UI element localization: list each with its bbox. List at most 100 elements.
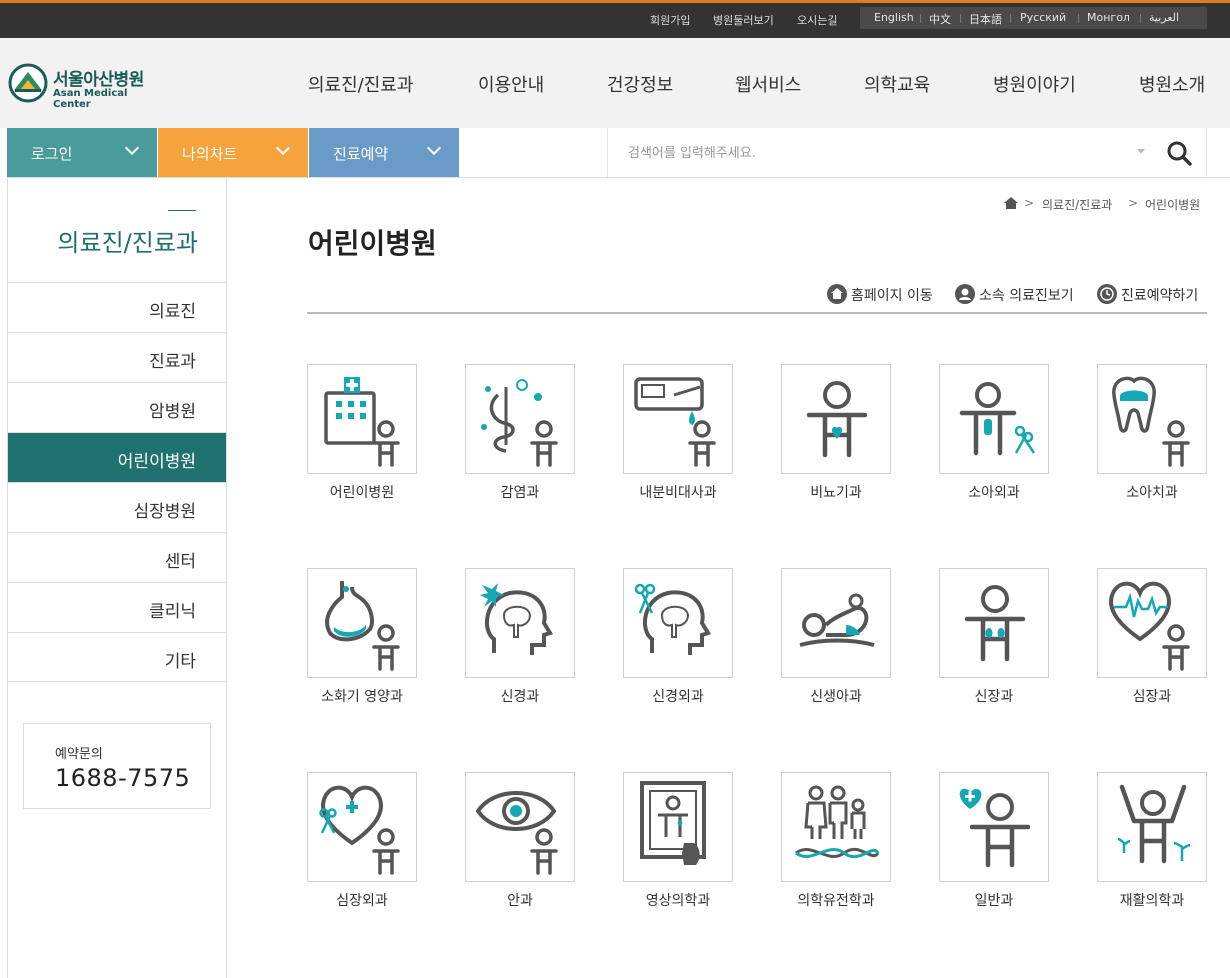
breadcrumb-item[interactable]: 의료진/진료과 bbox=[1042, 196, 1112, 213]
sidebar-item-departments[interactable]: 진료과 bbox=[8, 332, 226, 382]
department-label: 의학유전학과 bbox=[797, 893, 875, 909]
home-circle-icon bbox=[827, 284, 847, 304]
sidebar-title: 의료진/진료과 bbox=[57, 229, 198, 257]
brain-surgery-icon bbox=[634, 583, 711, 655]
home-icon[interactable] bbox=[1004, 197, 1018, 209]
department-label: 신장과 bbox=[974, 689, 1014, 705]
department-label: 소아치과 bbox=[1126, 485, 1178, 501]
hospital-logo[interactable]: 서울아산병원 Asan Medical Center bbox=[7, 62, 157, 110]
department-label: 어린이병원 bbox=[329, 485, 395, 501]
sidebar-item-childrens-hospital[interactable]: 어린이병원 bbox=[8, 432, 226, 482]
gnb-medical-education[interactable]: 의학교육 bbox=[864, 71, 930, 97]
department-tile-neurosurgery[interactable]: 신경외과 bbox=[623, 568, 733, 718]
sidebar-item-clinic[interactable]: 클리닉 bbox=[8, 582, 226, 632]
department-tile-ophthalmology[interactable]: 안과 bbox=[465, 772, 575, 922]
department-tile-neonatology[interactable]: 신생아과 bbox=[781, 568, 891, 718]
search-icon[interactable] bbox=[1164, 138, 1194, 168]
department-label: 재활의학과 bbox=[1119, 893, 1185, 909]
contact-phone-number: 1688-7575 bbox=[55, 764, 191, 792]
title-divider bbox=[307, 312, 1207, 314]
login-label: 로그인 bbox=[31, 145, 73, 163]
lang-english[interactable]: English bbox=[874, 11, 914, 24]
gnb-hospital-intro[interactable]: 병원소개 bbox=[1139, 71, 1205, 97]
sidebar-item-cancer-hospital[interactable]: 암병원 bbox=[8, 382, 226, 432]
search-input[interactable] bbox=[626, 138, 1126, 168]
department-tile-cardiology[interactable]: 심장과 bbox=[1097, 568, 1207, 718]
gnb-hospital-story[interactable]: 병원이야기 bbox=[993, 71, 1076, 97]
signup-link[interactable]: 회원가입 bbox=[650, 12, 690, 28]
chevron-right-icon: > bbox=[1128, 196, 1139, 210]
reservation-button[interactable]: 진료예약 bbox=[309, 128, 459, 177]
lang-chinese[interactable]: 中文 bbox=[929, 11, 951, 27]
eye-icon bbox=[475, 791, 558, 875]
urology-child-icon bbox=[782, 365, 892, 475]
rehab-child-icon bbox=[1117, 784, 1191, 864]
breadcrumb: > 의료진/진료과 > 어린이병원 bbox=[1003, 195, 1213, 213]
sidebar-menu: 의료진 진료과 암병원 어린이병원 심장병원 센터 클리닉 기타 bbox=[8, 282, 226, 682]
family-dna-icon bbox=[795, 785, 880, 859]
breadcrumb-current: 어린이병원 bbox=[1145, 198, 1201, 212]
view-doctors-link-label: 소속 의료진보기 bbox=[979, 288, 1074, 304]
department-label: 감염과 bbox=[500, 485, 540, 501]
general-child-icon bbox=[959, 788, 1031, 868]
department-label: 신경외과 bbox=[652, 689, 704, 705]
quick-menu-bar: 로그인 나의차트 진료예약 bbox=[7, 128, 1230, 178]
department-tile-urology[interactable]: 비뇨기과 bbox=[781, 364, 891, 514]
department-tile-neurology[interactable]: 신경과 bbox=[465, 568, 575, 718]
lang-japanese[interactable]: 日本語 bbox=[969, 11, 1002, 27]
department-label: 내분비대사과 bbox=[639, 485, 717, 501]
chevron-down-icon bbox=[124, 140, 140, 156]
department-tile-pediatric-dentistry[interactable]: 소아치과 bbox=[1097, 364, 1207, 514]
department-tile-cardiac-surgery[interactable]: 심장외과 bbox=[307, 772, 417, 922]
department-tile-gastro-nutrition[interactable]: 소화기 영양과 bbox=[307, 568, 417, 718]
hospital-building-icon bbox=[324, 377, 400, 467]
heart-ecg-icon bbox=[1109, 581, 1190, 671]
brain-head-icon bbox=[480, 583, 553, 655]
sidebar-item-label: 암병원 bbox=[149, 402, 196, 422]
search-bar bbox=[607, 128, 1207, 177]
department-tile-rehabilitation[interactable]: 재활의학과 bbox=[1097, 772, 1207, 922]
sidebar-item-label: 어린이병원 bbox=[117, 452, 196, 472]
sidebar-item-center[interactable]: 센터 bbox=[8, 532, 226, 582]
department-tile-pediatric-surgery[interactable]: 소아외과 bbox=[939, 364, 1049, 514]
homepage-link-label: 홈페이지 이동 bbox=[851, 288, 933, 304]
sidebar-item-etc[interactable]: 기타 bbox=[8, 632, 226, 682]
gnb-guide[interactable]: 이용안내 bbox=[478, 71, 544, 97]
logo-emblem-icon bbox=[8, 63, 48, 103]
my-chart-button[interactable]: 나의차트 bbox=[158, 128, 308, 177]
site-header: 서울아산병원 Asan Medical Center 의료진/진료과 이용안내 … bbox=[0, 38, 1230, 128]
gnb-health-info[interactable]: 건강정보 bbox=[607, 71, 673, 97]
lang-arabic[interactable]: العربية bbox=[1149, 11, 1179, 24]
lang-mongolian[interactable]: Монгол bbox=[1087, 11, 1130, 24]
heart-surgery-icon bbox=[319, 785, 400, 875]
search-dropdown-caret-icon[interactable] bbox=[1137, 149, 1145, 154]
department-tile-infectious[interactable]: 감염과 bbox=[465, 364, 575, 514]
department-label: 신생아과 bbox=[810, 689, 862, 705]
department-tile-endocrinology[interactable]: 내분비대사과 bbox=[623, 364, 733, 514]
gnb-web-service[interactable]: 웹서비스 bbox=[735, 71, 801, 97]
sidebar-item-label: 진료과 bbox=[149, 352, 196, 372]
department-tile-childrens-hospital[interactable]: 어린이병원 bbox=[307, 364, 417, 514]
directions-link[interactable]: 오시는길 bbox=[797, 12, 837, 28]
stomach-icon bbox=[325, 581, 400, 671]
department-tile-general-pediatrics[interactable]: 일반과 bbox=[939, 772, 1049, 922]
glucose-meter-icon bbox=[634, 377, 716, 467]
hospital-tour-link[interactable]: 병원둘러보기 bbox=[713, 12, 774, 28]
department-tile-medical-genetics[interactable]: 의학유전학과 bbox=[781, 772, 891, 922]
sidebar-item-heart-hospital[interactable]: 심장병원 bbox=[8, 482, 226, 532]
kidney-child-icon bbox=[940, 569, 1050, 679]
login-button[interactable]: 로그인 bbox=[7, 128, 157, 177]
reservation-label: 진료예약 bbox=[333, 145, 389, 163]
gnb-doctors-departments[interactable]: 의료진/진료과 bbox=[308, 71, 413, 97]
department-label: 소화기 영양과 bbox=[321, 689, 403, 705]
department-tile-nephrology[interactable]: 신장과 bbox=[939, 568, 1049, 718]
chevron-right-icon: > bbox=[1024, 196, 1035, 210]
department-tile-radiology[interactable]: 영상의학과 bbox=[623, 772, 733, 922]
lang-russian[interactable]: Русский bbox=[1020, 11, 1066, 24]
newborn-icon bbox=[799, 593, 875, 647]
sidebar-item-doctors[interactable]: 의료진 bbox=[8, 282, 226, 332]
my-chart-label: 나의차트 bbox=[182, 145, 238, 163]
clock-icon bbox=[1097, 284, 1117, 304]
department-label: 안과 bbox=[507, 893, 533, 909]
department-label: 심장외과 bbox=[336, 893, 388, 909]
